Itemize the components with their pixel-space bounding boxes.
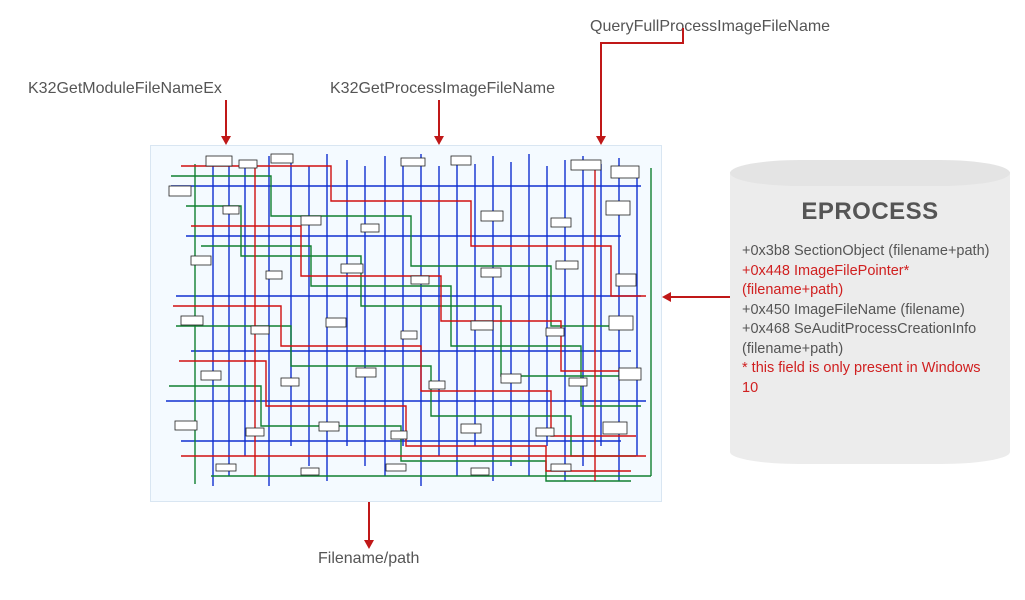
arrow-filename-seg xyxy=(368,502,370,542)
arrow-filename-head xyxy=(364,540,374,549)
arrow-eprocess-head xyxy=(662,292,671,302)
label-filename-path: Filename/path xyxy=(318,550,419,568)
eprocess-footnote: * this field is only present in Windows … xyxy=(742,359,998,398)
diagram-canvas: QueryFullProcessImageFileName K32GetModu… xyxy=(0,0,1025,600)
label-k32getmodulefilenameex: K32GetModuleFileNameEx xyxy=(28,80,222,98)
eprocess-field-sectionobject: +0x3b8 SectionObject (filename+path) xyxy=(742,242,998,262)
arrow-k32module-head xyxy=(221,136,231,145)
arrow-k32process-head xyxy=(434,136,444,145)
cylinder-bottom xyxy=(730,440,1010,464)
eprocess-field-seauditinfo: +0x468 SeAuditProcessCreationInfo (filen… xyxy=(742,320,998,359)
arrow-k32module-seg xyxy=(225,100,227,138)
arrow-queryfull-seg2 xyxy=(600,42,684,44)
arrow-queryfull-head xyxy=(596,136,606,145)
arrow-eprocess-seg xyxy=(670,296,730,298)
label-k32getprocessimagefilename: K32GetProcessImageFileName xyxy=(330,80,555,98)
eprocess-field-imagefilepointer: +0x448 ImageFilePointer* (filename+path) xyxy=(742,262,998,301)
eprocess-fields: +0x3b8 SectionObject (filename+path) +0x… xyxy=(742,242,998,399)
cylinder-top xyxy=(730,160,1010,186)
eprocess-title: EPROCESS xyxy=(730,198,1010,226)
arrow-k32process-seg xyxy=(438,100,440,138)
eprocess-field-imagefilename: +0x450 ImageFileName (filename) xyxy=(742,301,998,321)
arrow-queryfull-seg3 xyxy=(600,42,602,137)
call-graph-figure xyxy=(150,145,662,502)
label-queryfullprocessimagefilename: QueryFullProcessImageFileName xyxy=(590,18,830,36)
call-graph-svg xyxy=(151,146,661,501)
arrow-queryfull-seg1 xyxy=(682,28,684,42)
eprocess-cylinder: EPROCESS +0x3b8 SectionObject (filename+… xyxy=(730,160,1010,465)
